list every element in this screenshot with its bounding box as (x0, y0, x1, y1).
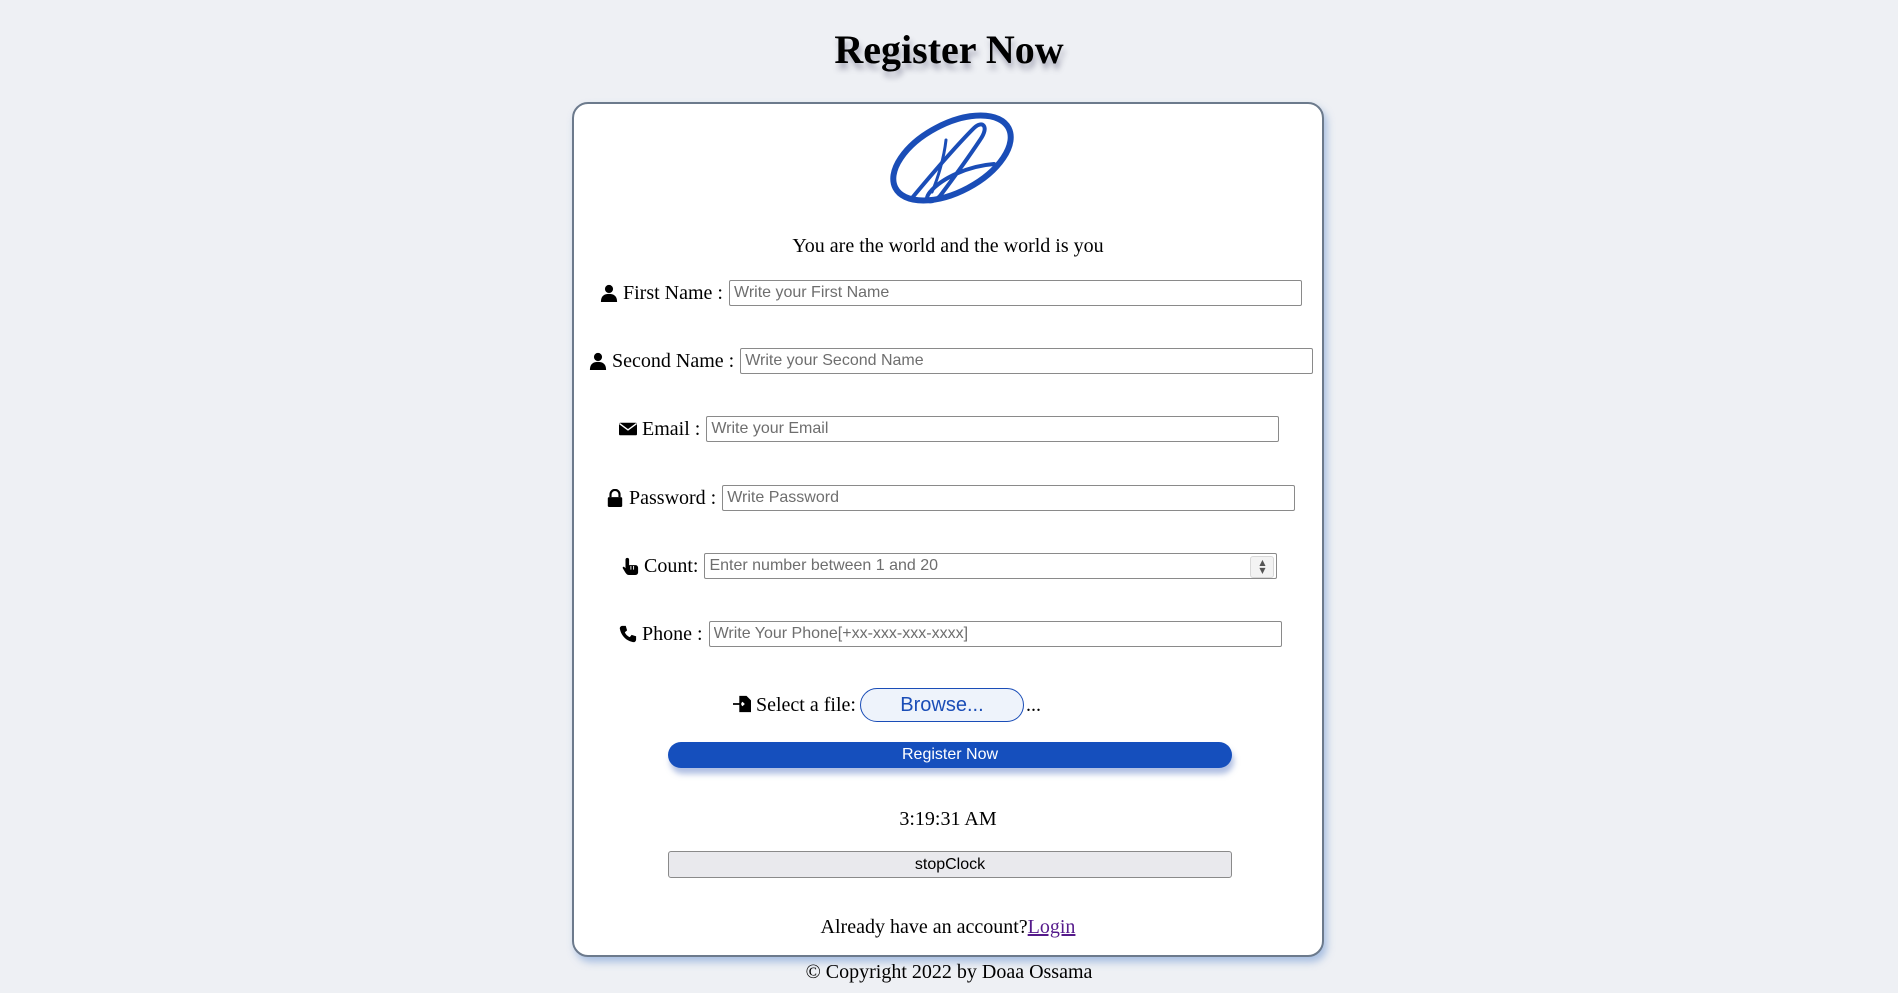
logo (890, 112, 1014, 204)
password-row: Password : (605, 484, 1296, 512)
email-input[interactable] (706, 416, 1280, 442)
phone-label: Phone : (642, 622, 703, 645)
chevron-down-icon[interactable]: ▼ (1259, 567, 1265, 575)
selected-file-text: ... (1025, 693, 1041, 716)
account-text: Already have an account? (820, 916, 1028, 938)
account-prompt: Already have an account?Login (574, 916, 1322, 939)
user-icon (588, 351, 608, 371)
motto: You are the world and the world is you (792, 235, 1104, 257)
login-link[interactable]: Login (1028, 916, 1076, 938)
pointer-hand-icon (620, 556, 640, 576)
password-input[interactable] (722, 485, 1296, 511)
page-title: Register Now (834, 27, 1064, 72)
register-form-card: You are the world and the world is you F… (572, 102, 1324, 957)
user-icon (599, 283, 619, 303)
file-label: Select a file: (756, 693, 856, 716)
envelope-icon (618, 419, 638, 439)
copyright: © Copyright 2022 by Doaa Ossama (805, 961, 1093, 983)
stop-clock-button[interactable]: stopClock (668, 851, 1232, 878)
lock-icon (605, 488, 625, 508)
file-import-icon (732, 695, 754, 715)
phone-input[interactable] (708, 621, 1282, 647)
count-stepper[interactable]: ▲ ▼ (1250, 556, 1275, 578)
count-label: Count: (644, 554, 699, 577)
browse-button[interactable]: Browse... (859, 688, 1024, 722)
file-row: Select a file: Browse... ... (732, 687, 1041, 723)
first-name-row: First Name : (599, 279, 1302, 307)
first-name-label: First Name : (623, 281, 723, 304)
second-name-label: Second Name : (612, 349, 735, 372)
password-label: Password : (629, 486, 717, 509)
register-button[interactable]: Register Now (668, 742, 1232, 768)
email-label: Email : (642, 417, 701, 440)
second-name-input[interactable] (740, 348, 1314, 374)
phone-icon (618, 624, 638, 644)
email-row: Email : (618, 415, 1280, 443)
count-row: Count: ▲ ▼ (620, 552, 1278, 580)
first-name-input[interactable] (729, 280, 1302, 306)
count-input[interactable] (704, 553, 1278, 579)
second-name-row: Second Name : (588, 347, 1314, 375)
phone-row: Phone : (618, 620, 1282, 648)
clock-display: 3:19:31 AM (899, 808, 997, 830)
